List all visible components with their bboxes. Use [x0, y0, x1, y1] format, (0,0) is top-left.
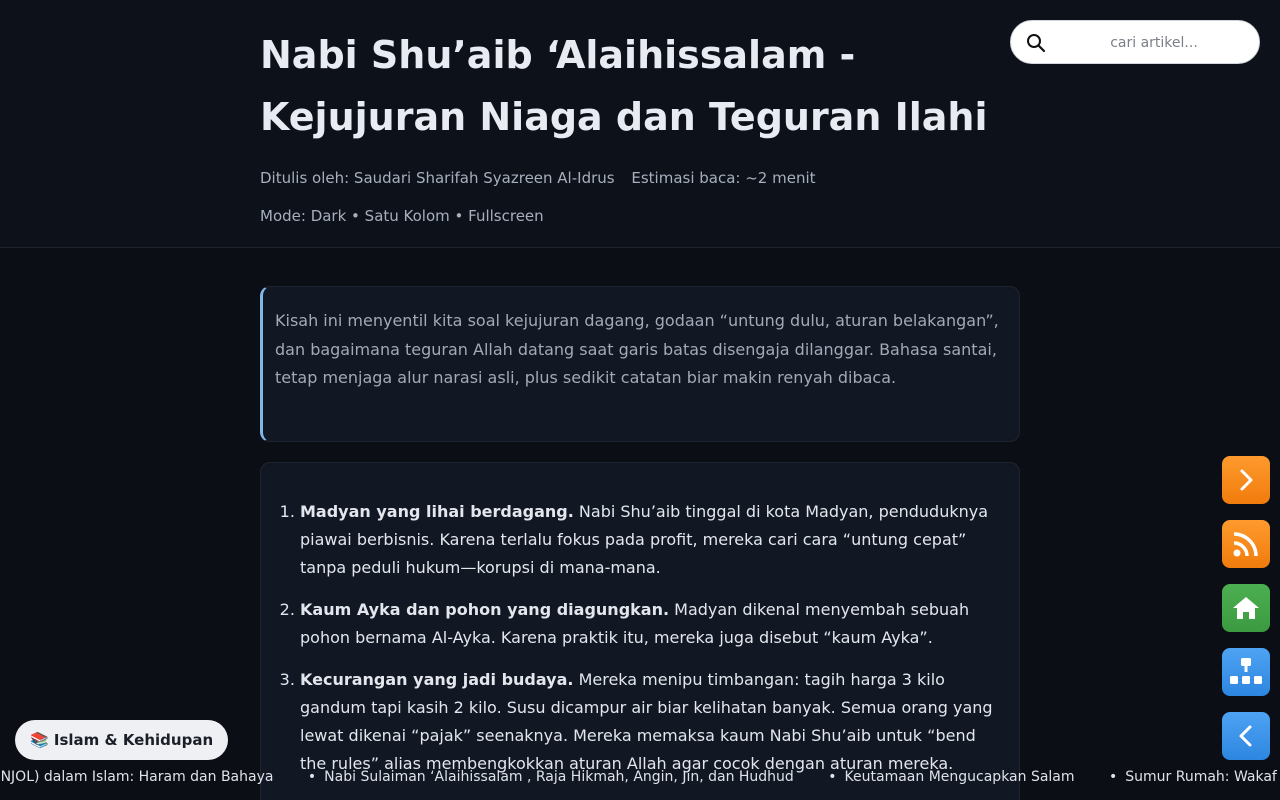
- chevron-right-icon: [1240, 469, 1253, 491]
- home-button[interactable]: [1222, 584, 1270, 632]
- sitemap-icon: [1230, 658, 1262, 684]
- point-heading: Madyan yang lihai berdagang.: [300, 502, 574, 521]
- article-point-list: Madyan yang lihai berdagang. Nabi Shu’ai…: [300, 498, 999, 778]
- rss-feed-button[interactable]: [1222, 520, 1270, 568]
- author-text: Ditulis oleh: Saudari Sharifah Syazreen …: [260, 169, 615, 187]
- page-title: Nabi Shu’aib ‘Alaihissalam - Kejujuran N…: [260, 33, 988, 139]
- article-ticker: PINJOL) dalam Islam: Haram dan Bahaya • N…: [0, 764, 1280, 792]
- article-meta: Ditulis oleh: Saudari Sharifah Syazreen …: [260, 169, 816, 187]
- ticker-link[interactable]: PINJOL) dalam Islam: Haram dan Bahaya: [0, 769, 273, 785]
- ticker-link-label: Nabi Sulaiman ‘Alaihissalam , Raja Hikma…: [324, 769, 794, 785]
- bullet-icon: •: [828, 769, 837, 785]
- ticker-link[interactable]: • Keutamaan Mengucapkan Salam: [828, 769, 1074, 785]
- list-item: Madyan yang lihai berdagang. Nabi Shu’ai…: [300, 498, 999, 582]
- ticker-link-label: Sumur Rumah: Wakaf Utsman: [1125, 769, 1280, 785]
- point-heading: Kecurangan yang jadi budaya.: [300, 670, 574, 689]
- search-input[interactable]: [1059, 29, 1249, 57]
- search-icon: [1027, 34, 1046, 53]
- previous-article-button[interactable]: [1222, 712, 1270, 760]
- read-time-text: Estimasi baca: ~2 menit: [631, 169, 816, 187]
- next-article-button[interactable]: [1222, 456, 1270, 504]
- bullet-icon: •: [1108, 769, 1118, 785]
- ticker-link[interactable]: • Nabi Sulaiman ‘Alaihissalam , Raja Hikm…: [308, 769, 794, 785]
- article-intro: Kisah ini menyentil kita soal kejujuran …: [260, 286, 1020, 442]
- rss-icon: [1233, 532, 1258, 557]
- mode-text: Mode: Dark • Satu Kolom • Fullscreen: [260, 207, 544, 225]
- point-heading: Kaum Ayka dan pohon yang diagungkan.: [300, 600, 670, 619]
- home-icon: [1233, 597, 1259, 619]
- search-box[interactable]: [1010, 20, 1260, 64]
- ticker-link-label: PINJOL) dalam Islam: Haram dan Bahaya: [0, 769, 274, 785]
- ticker-track: PINJOL) dalam Islam: Haram dan Bahaya • N…: [0, 769, 1280, 785]
- list-item: Kecurangan yang jadi budaya. Mereka meni…: [300, 666, 999, 778]
- sitemap-button[interactable]: [1222, 648, 1270, 696]
- list-item: Kaum Ayka dan pohon yang diagungkan. Mad…: [300, 596, 999, 652]
- bullet-icon: •: [307, 769, 317, 785]
- chevron-left-icon: [1239, 725, 1252, 747]
- ticker-link-label: Keutamaan Mengucapkan Salam: [844, 769, 1075, 785]
- ticker-link[interactable]: • Sumur Rumah: Wakaf Utsman: [1109, 769, 1280, 785]
- category-badge[interactable]: 📚 Islam & Kehidupan: [15, 720, 229, 760]
- article-content: Madyan yang lihai berdagang. Nabi Shu’ai…: [260, 462, 1020, 800]
